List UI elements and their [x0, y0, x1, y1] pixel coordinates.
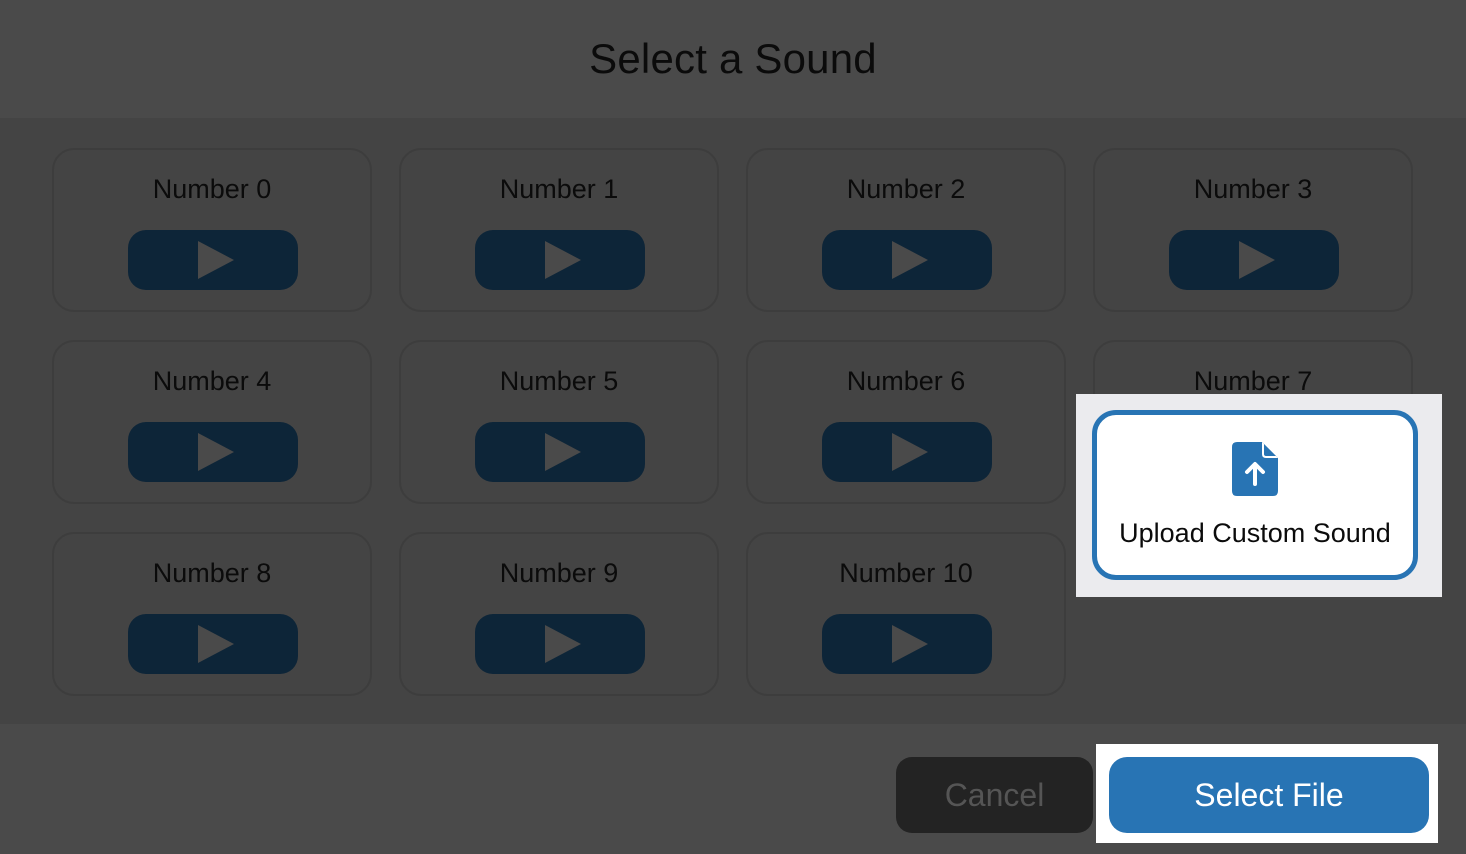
upload-highlight: Upload Custom Sound — [1076, 394, 1442, 597]
dialog-title: Select a Sound — [589, 35, 877, 82]
play-icon — [1239, 241, 1275, 279]
sound-card[interactable]: Number 10 — [746, 532, 1066, 696]
play-button[interactable] — [822, 614, 992, 674]
sound-label: Number 4 — [152, 366, 272, 396]
play-button[interactable] — [128, 422, 298, 482]
sound-card[interactable]: Number 6 — [746, 340, 1066, 504]
play-button[interactable] — [128, 230, 298, 290]
sound-card[interactable]: Number 9 — [399, 532, 719, 696]
sound-card[interactable]: Number 0 — [52, 148, 372, 312]
upload-custom-sound-button[interactable]: Upload Custom Sound — [1092, 410, 1418, 580]
file-upload-icon — [1232, 442, 1278, 496]
play-button[interactable] — [475, 230, 645, 290]
sound-card[interactable]: Number 5 — [399, 340, 719, 504]
select-file-highlight: Select File — [1096, 744, 1438, 843]
sound-card[interactable]: Number 8 — [52, 532, 372, 696]
play-icon — [545, 433, 581, 471]
play-icon — [545, 625, 581, 663]
sound-card[interactable]: Number 2 — [746, 148, 1066, 312]
play-button[interactable] — [128, 614, 298, 674]
play-icon — [198, 433, 234, 471]
sound-label: Number 8 — [152, 558, 272, 588]
dialog-footer: Cancel Select File — [0, 724, 1466, 854]
sound-label: Number 7 — [1193, 366, 1313, 396]
sound-label: Number 6 — [846, 366, 966, 396]
play-button[interactable] — [475, 422, 645, 482]
play-icon — [198, 625, 234, 663]
sound-label: Number 2 — [846, 174, 966, 204]
sound-label: Number 1 — [499, 174, 619, 204]
play-button[interactable] — [475, 614, 645, 674]
play-icon — [198, 241, 234, 279]
play-icon — [892, 625, 928, 663]
sound-card[interactable]: Number 1 — [399, 148, 719, 312]
play-button[interactable] — [822, 230, 992, 290]
upload-label: Upload Custom Sound — [1119, 518, 1391, 548]
play-icon — [545, 241, 581, 279]
sound-card[interactable]: Number 3 — [1093, 148, 1413, 312]
play-icon — [892, 241, 928, 279]
sound-label: Number 9 — [499, 558, 619, 588]
play-button[interactable] — [822, 422, 992, 482]
sound-label: Number 10 — [839, 558, 973, 588]
sound-label: Number 5 — [499, 366, 619, 396]
sound-label: Number 3 — [1193, 174, 1313, 204]
play-button[interactable] — [1169, 230, 1339, 290]
sound-label: Number 0 — [152, 174, 272, 204]
cancel-button[interactable]: Cancel — [896, 757, 1093, 833]
play-icon — [892, 433, 928, 471]
select-file-button[interactable]: Select File — [1109, 757, 1429, 833]
select-sound-dialog: Select a Sound Number 0 Number 1 Number … — [0, 0, 1466, 854]
dialog-header: Select a Sound — [0, 0, 1466, 118]
sound-card[interactable]: Number 4 — [52, 340, 372, 504]
